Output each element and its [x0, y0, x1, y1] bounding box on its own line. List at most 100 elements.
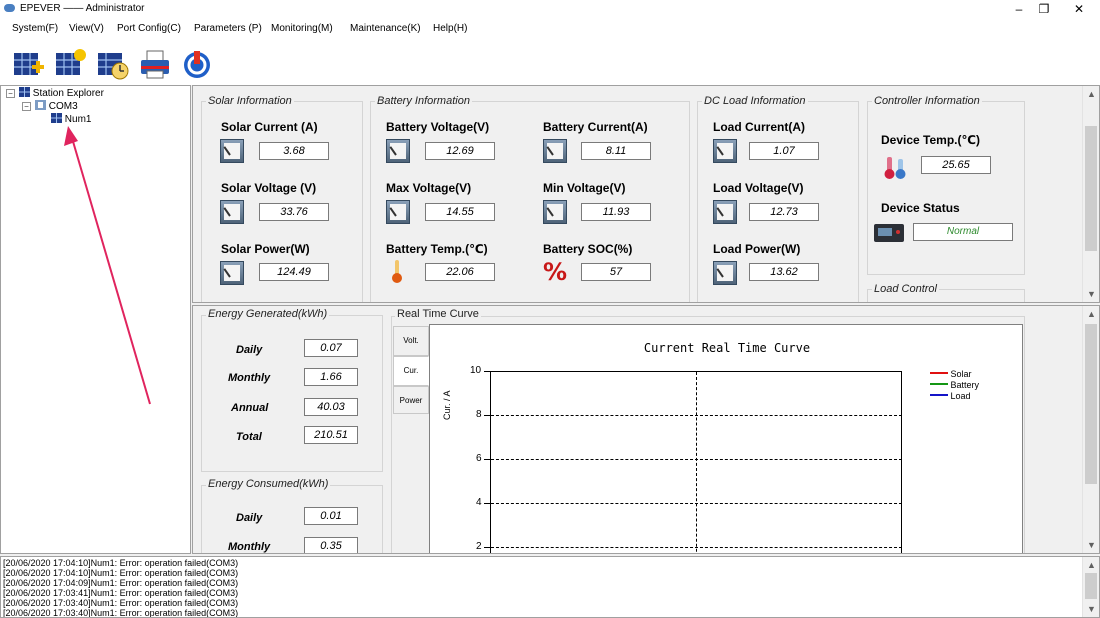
tree-collapse-icon[interactable]: −	[22, 102, 31, 111]
y-tick-label: 2	[476, 541, 482, 552]
printer-icon[interactable]	[138, 47, 172, 81]
energy-and-curve-panel: Energy Generated(kWh) Daily 0.07 Monthly…	[192, 305, 1100, 554]
y-tick-mark	[484, 547, 490, 548]
chart-title: Current Real Time Curve	[643, 341, 811, 355]
y-tick-mark	[484, 503, 490, 504]
menu-parameters[interactable]: Parameters (P)	[194, 23, 262, 34]
field-label: Load Voltage(V)	[713, 181, 804, 195]
scroll-down-icon[interactable]: ▼	[1083, 601, 1099, 617]
y-tick-mark	[484, 371, 490, 372]
battery-voltage-value: 12.69	[425, 142, 495, 160]
field-label: Device Temp.(℃)	[881, 133, 980, 147]
scroll-down-icon[interactable]: ▼	[1083, 537, 1099, 553]
scroll-thumb[interactable]	[1085, 573, 1097, 599]
realtime-info-panel: Solar Information Solar Current (A) 3.68…	[192, 85, 1100, 303]
energy-label: Monthly	[228, 372, 271, 384]
tab-power[interactable]: Power	[393, 386, 429, 414]
schedule-icon[interactable]	[96, 47, 130, 81]
group-title: DC Load Information	[702, 95, 808, 107]
scroll-up-icon[interactable]: ▲	[1083, 557, 1099, 573]
meter-icon	[386, 139, 410, 163]
group-title: Energy Consumed(kWh)	[206, 478, 331, 490]
group-title: Solar Information	[206, 95, 294, 107]
horizontal-gridline	[491, 415, 902, 416]
menu-maintenance[interactable]: Maintenance(K)	[350, 23, 421, 34]
scroll-down-icon[interactable]: ▼	[1083, 286, 1099, 302]
device-temp-value: 25.65	[921, 156, 991, 174]
device-temp-icon	[883, 153, 909, 181]
field-label: Solar Current (A)	[221, 120, 318, 134]
energy-consumed-daily: 0.01	[304, 507, 358, 525]
title-bar: EPEVER —— Administrator – ❐ ✕	[0, 0, 1100, 18]
restore-button[interactable]: ❐	[1027, 0, 1061, 18]
menu-port-config[interactable]: Port Config(C)	[117, 23, 181, 34]
field-label: Battery SOC(%)	[543, 242, 633, 256]
scroll-thumb[interactable]	[1085, 126, 1097, 251]
field-label: Battery Current(A)	[543, 120, 648, 134]
load-power-value: 13.62	[749, 263, 819, 281]
load-voltage-value: 12.73	[749, 203, 819, 221]
solar-voltage-value: 33.76	[259, 203, 329, 221]
menu-help[interactable]: Help(H)	[433, 23, 467, 34]
device-icon	[51, 113, 62, 123]
tree-item-num1[interactable]: Num1	[51, 113, 91, 125]
meter-icon	[386, 200, 410, 224]
solar-panel-icon[interactable]	[54, 47, 88, 81]
menu-monitoring[interactable]: Monitoring(M)	[271, 23, 333, 34]
meter-icon	[543, 139, 567, 163]
max-voltage-value: 14.55	[425, 203, 495, 221]
scroll-thumb[interactable]	[1085, 324, 1097, 484]
meter-icon	[220, 200, 244, 224]
tree-item-station-explorer[interactable]: Station Explorer	[19, 87, 104, 99]
field-label: Max Voltage(V)	[386, 181, 472, 195]
chart-ylabel: Cur. / A	[442, 390, 452, 420]
menu-bar: System(F) View(V) Port Config(C) Paramet…	[0, 18, 1100, 40]
log-scrollbar[interactable]: ▲ ▼	[1082, 557, 1099, 617]
tab-cur[interactable]: Cur.	[393, 356, 429, 386]
percent-icon: %	[543, 258, 569, 286]
y-tick-mark	[484, 415, 490, 416]
vertical-gridline	[696, 372, 697, 553]
station-tree: − Station Explorer − COM3 Num1	[0, 85, 191, 554]
energy-generated-total: 210.51	[304, 426, 358, 444]
y-tick-label: 10	[470, 365, 482, 376]
legend-label: Load	[950, 391, 971, 401]
field-label: Battery Temp.(℃)	[386, 242, 488, 256]
power-icon[interactable]	[180, 47, 214, 81]
legend-label: Solar	[950, 369, 972, 379]
battery-current-value: 8.11	[581, 142, 651, 160]
legend-item-solar: Solar	[930, 369, 979, 380]
log-line: [20/06/2020 17:03:40]Num1: Error: operat…	[3, 608, 239, 618]
top-panel-scrollbar[interactable]: ▲ ▼	[1082, 86, 1099, 302]
legend-swatch	[930, 372, 948, 374]
tree-collapse-icon[interactable]: −	[6, 89, 15, 98]
meter-icon	[713, 139, 737, 163]
y-tick-label: 8	[476, 409, 482, 420]
tab-volt[interactable]: Volt.	[393, 326, 429, 356]
energy-consumed-monthly: 0.35	[304, 537, 358, 553]
scroll-up-icon[interactable]: ▲	[1083, 306, 1099, 322]
bottom-panel-scrollbar[interactable]: ▲ ▼	[1082, 306, 1099, 553]
battery-temp-value: 22.06	[425, 263, 495, 281]
window-title: EPEVER —— Administrator	[20, 3, 145, 14]
device-status-value: Normal	[913, 223, 1013, 241]
controller-device-icon	[873, 222, 905, 244]
close-button[interactable]: ✕	[1062, 0, 1096, 18]
tree-label: Num1	[64, 114, 92, 125]
tree-label: Station Explorer	[32, 88, 104, 99]
menu-system[interactable]: System(F)	[12, 23, 58, 34]
log-line: [20/06/2020 17:04:09]Num1: Error: operat…	[3, 578, 239, 588]
svg-text:%: %	[543, 258, 567, 284]
horizontal-gridline	[491, 459, 902, 460]
horizontal-gridline	[491, 503, 902, 504]
solar-current-value: 3.68	[259, 142, 329, 160]
tree-label: COM3	[48, 101, 78, 112]
tree-item-com3[interactable]: COM3	[35, 100, 78, 112]
energy-generated-daily: 0.07	[304, 339, 358, 357]
log-line: [20/06/2020 17:03:41]Num1: Error: operat…	[3, 588, 239, 598]
min-voltage-value: 11.93	[581, 203, 651, 221]
add-station-icon[interactable]	[12, 47, 46, 81]
scroll-up-icon[interactable]: ▲	[1083, 86, 1099, 102]
energy-label: Daily	[236, 512, 263, 524]
menu-view[interactable]: View(V)	[69, 23, 104, 34]
